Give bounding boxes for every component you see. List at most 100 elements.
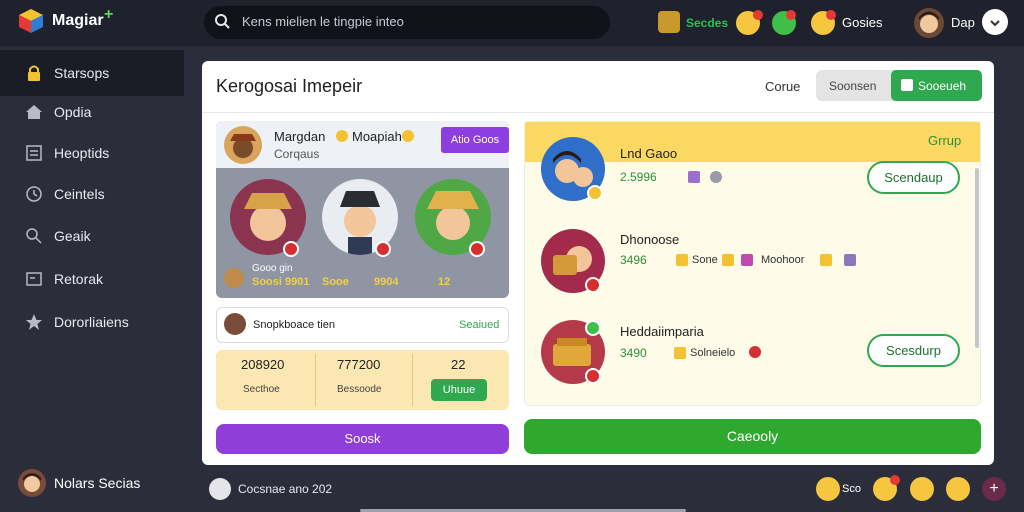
divider (202, 112, 994, 113)
sidebar-item-label: Opdia (54, 104, 92, 120)
stat-2: Sooe (322, 276, 349, 288)
group-join-button[interactable]: Scendaup (867, 161, 960, 194)
sidebar-item-label: Retorak (54, 271, 104, 287)
sidebar-item-ceintels[interactable]: Ceintels (0, 174, 184, 214)
avatar[interactable] (914, 8, 944, 38)
segment-option-1[interactable]: Soonsen (829, 79, 876, 93)
currency-label: Secdes (686, 16, 729, 30)
search-icon (26, 228, 42, 244)
star-icon (722, 254, 734, 266)
sidebar-item-starsops[interactable]: Starsops (0, 53, 184, 93)
group-header-action[interactable]: Grrup (928, 133, 961, 148)
group-score: 2.5996 (620, 170, 657, 184)
divider (315, 354, 316, 406)
trophy-icon (674, 347, 686, 359)
sidebar-item-label: Starsops (54, 65, 110, 81)
purple-action-button[interactable]: Soosk (216, 424, 509, 454)
badge-icon (585, 277, 601, 293)
green-action-button[interactable]: Caeooly (524, 419, 981, 454)
trophy-icon (676, 254, 688, 266)
team-name-extra: Moapiah (352, 129, 402, 144)
app-logo-icon[interactable] (18, 8, 44, 34)
sidebar-user-name[interactable]: Nolars Secias (54, 475, 140, 491)
group-name: Dhonoose (620, 232, 680, 247)
smile-emoji-icon[interactable] (816, 477, 840, 501)
stat-action-button[interactable]: Uhuue (431, 379, 487, 401)
menu-icon[interactable] (982, 9, 1008, 35)
stat-label-2: Bessoode (337, 384, 382, 395)
avatar[interactable] (18, 469, 46, 497)
group-score: 3496 (620, 253, 647, 267)
stat-value-3: 22 (451, 357, 466, 372)
character-icon (230, 134, 256, 158)
notification-badge (753, 10, 763, 20)
scrollbar[interactable] (975, 168, 979, 348)
page-title: Kerogosai Imepeir (216, 76, 363, 96)
card-icon (26, 272, 42, 286)
grid-icon (901, 79, 913, 91)
group-name: Heddaiimparia (620, 324, 704, 339)
surprised-emoji-icon[interactable] (910, 477, 934, 501)
avatar[interactable] (224, 126, 262, 164)
segment-option-2-label: Sooeueh (918, 79, 967, 93)
clock-icon (26, 186, 42, 202)
sidebar-item-label: Ceintels (54, 186, 105, 202)
group-score: 3490 (620, 346, 647, 360)
sidebar-item-label: Heoptids (54, 145, 110, 161)
gem-icon (741, 254, 753, 266)
notification-badge (786, 10, 796, 20)
team-name: Margdan (274, 129, 326, 144)
bottom-status-text: Cocsnae ano 202 (238, 482, 333, 496)
stat-4: 12 (438, 276, 451, 288)
character-label: Gooo gin (252, 263, 293, 274)
invite-text: Snopkboace tien (253, 319, 335, 331)
sidebar-item-geaik[interactable]: Geaik (0, 216, 184, 256)
invite-link[interactable]: Seaiued (459, 319, 499, 331)
star-icon (26, 314, 42, 330)
gossip-label[interactable]: Gosies (842, 15, 882, 30)
group-name: Lnd Gaoo (620, 146, 678, 161)
stat-label-1: Secthoe (243, 384, 280, 395)
gem-icon (688, 171, 700, 183)
sidebar-item-label: Geaik (54, 228, 91, 244)
team-action-button[interactable]: Atio Goos (441, 127, 509, 153)
badge-icon (375, 241, 391, 257)
app-name[interactable]: Magiar (52, 12, 104, 30)
home-icon (26, 105, 42, 119)
search-input[interactable]: Kens mielien le tingpie inteo (242, 14, 404, 29)
sidebar-item-opdia[interactable]: Opdia (0, 92, 184, 132)
avatar (224, 268, 244, 288)
bottom-score: Sco (842, 483, 861, 495)
user-name[interactable]: Dap (951, 15, 975, 30)
sidebar-item-retorak[interactable]: Retorak (0, 259, 184, 299)
trophy-icon[interactable] (658, 11, 680, 33)
laugh-emoji-icon[interactable] (946, 477, 970, 501)
add-icon[interactable]: + (982, 477, 1006, 501)
group-extra: Solneielo (690, 347, 736, 359)
badge-icon (587, 185, 603, 201)
group-extra-2: Moohoor (761, 254, 805, 266)
sort-label[interactable]: Corue (765, 79, 800, 94)
gear-icon (710, 171, 722, 183)
plus-icon: + (104, 6, 114, 23)
coin-icon (820, 254, 832, 266)
divider (412, 354, 413, 406)
badge-icon (469, 241, 485, 257)
sidebar-item-heoptids[interactable]: Heoptids (0, 133, 184, 173)
list-icon (26, 145, 42, 161)
stat-value-1: 208920 (241, 357, 285, 372)
group-extra: Sone (692, 254, 718, 266)
notification-badge (826, 10, 836, 20)
sidebar-item-dororliaiens[interactable]: Dororliaiens (0, 302, 184, 342)
gem-icon (844, 254, 856, 266)
coin-icon (402, 130, 414, 142)
avatar-face-icon (23, 473, 41, 492)
badge-icon (283, 241, 299, 257)
avatar-face-icon (919, 11, 939, 33)
coin-icon (336, 130, 348, 142)
stat-3: 9904 (374, 276, 399, 288)
search-icon (215, 14, 230, 29)
calendar-icon[interactable] (209, 478, 231, 500)
stat-1: Soosi 9901 (252, 276, 310, 288)
group-join-button[interactable]: Scesdurp (867, 334, 960, 367)
